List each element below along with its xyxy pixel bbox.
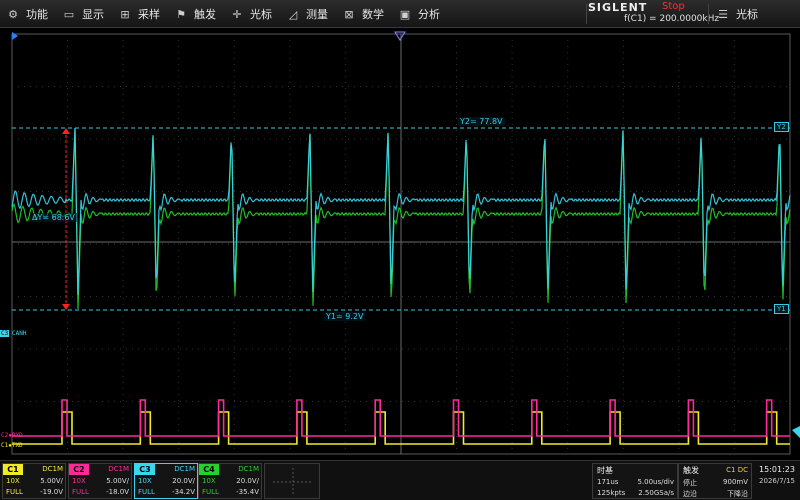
menu-cursor-label: 光标: [250, 8, 272, 21]
measure-icon: ◿: [288, 7, 298, 21]
clock-date: 2026/7/15: [759, 477, 795, 485]
trigger-flag-icon: ⚑: [176, 7, 186, 21]
c2-label: C2▪RXD: [1, 432, 23, 439]
channel-bandwidth: FULL: [6, 488, 23, 496]
channel-scale: 20.0V/: [172, 477, 195, 485]
menu-display-label: 显示: [82, 8, 104, 21]
c3-marker[interactable]: C3: [0, 330, 10, 337]
cursor-softkey-label: 光标: [736, 8, 758, 21]
menu-math[interactable]: ⊠ 数学: [342, 0, 384, 28]
trigger-level-marker: [792, 426, 800, 438]
cursor-y2-tag[interactable]: Y2: [774, 122, 789, 132]
horizontal-position-marker: [12, 32, 18, 40]
c3-label: CANH: [12, 330, 27, 337]
timebase-title: 时基: [597, 466, 613, 475]
menu-display[interactable]: ▭ 显示: [62, 0, 104, 28]
trigger-position-marker: [394, 31, 406, 41]
channel-name: C2: [69, 464, 89, 475]
channel-name: C4: [199, 464, 219, 475]
crosshair-icon: [273, 468, 313, 496]
analysis-icon: ▣: [399, 7, 411, 21]
channel-probe: 10X: [138, 477, 152, 485]
menu-acquire[interactable]: ⊞ 采样: [118, 0, 160, 28]
trigger-slope: 下降沿: [727, 490, 748, 498]
brand-logo: SIGLENT: [588, 1, 648, 14]
menu-function[interactable]: ⚙ 功能: [6, 0, 48, 28]
cursor-icon: ☰: [718, 7, 728, 21]
channel-offset: -19.0V: [40, 488, 63, 496]
trigger-type: 边沿: [683, 490, 697, 498]
menu-trigger-label: 触发: [194, 8, 216, 21]
trigger-title: 触发: [683, 466, 699, 475]
channel-coupling: DC1M: [174, 465, 195, 473]
c1-label: C1▪TXD: [1, 442, 23, 449]
timebase-delay: 171us: [597, 478, 619, 486]
timebase-box[interactable]: 时基 171us 5.00us/div 125kpts 2.50GSa/s: [592, 463, 678, 499]
channel-box-c4[interactable]: C4 DC1M 10X 20.0V/ FULL -35.4V: [198, 463, 262, 499]
acquire-icon: ⊞: [120, 7, 130, 21]
channel-coupling: DC1M: [108, 465, 129, 473]
channel-scale: 20.0V/: [236, 477, 259, 485]
channel-offset: -35.4V: [236, 488, 259, 496]
gear-icon: ⚙: [8, 7, 18, 21]
trigger-box[interactable]: 触发 C1 DC 停止 900mV 边沿 下降沿: [678, 463, 752, 499]
cursor-softkey[interactable]: ☰ 光标: [716, 0, 758, 28]
channel-box-c3[interactable]: C3 DC1M 10X 20.0V/ FULL -34.2V: [134, 463, 198, 499]
channel-box-c2[interactable]: C2 DC1M 10X 5.00V/ FULL -18.0V: [68, 463, 132, 499]
menu-math-label: 数学: [362, 8, 384, 21]
timebase-scale: 5.00us/div: [637, 478, 674, 486]
menu-trigger[interactable]: ⚑ 触发: [174, 0, 216, 28]
cursor-y2-readout: Y2= 77.8V: [458, 117, 505, 126]
channel-bandwidth: FULL: [202, 488, 219, 496]
channel-name: C1: [3, 464, 23, 475]
menu-separator: [708, 4, 709, 24]
trigger-level: 900mV: [723, 478, 748, 486]
channel-probe: 10X: [72, 477, 86, 485]
timebase-sample-rate: 2.50GSa/s: [638, 489, 674, 497]
menu-analysis[interactable]: ▣ 分析: [398, 0, 440, 28]
frequency-readout: f(C1) = 200.0000kHz: [624, 14, 720, 24]
menu-measure-label: 测量: [306, 8, 328, 21]
channel-scale: 5.00V/: [40, 477, 63, 485]
navigation-box[interactable]: [264, 463, 320, 499]
delta-y-arrow-top: [62, 128, 70, 134]
channel-box-c1[interactable]: C1 DC1M 10X 5.00V/ FULL -19.0V: [2, 463, 66, 499]
menu-analysis-label: 分析: [418, 8, 440, 21]
channel-offset: -18.0V: [106, 488, 129, 496]
channel-coupling: DC1M: [238, 465, 259, 473]
trigger-state: 停止: [683, 479, 697, 487]
channel-probe: 10X: [202, 477, 216, 485]
bottom-status-bar: C1 DC1M 10X 5.00V/ FULL -19.0V C2 DC1M 1…: [0, 460, 800, 500]
channel-probe: 10X: [6, 477, 20, 485]
channel-scale: 5.00V/: [106, 477, 129, 485]
cursor-y1-readout: Y1= 9.2V: [324, 312, 366, 321]
run-status[interactable]: Stop: [662, 1, 685, 12]
delta-y-arrow-bottom: [62, 304, 70, 310]
menu-acquire-label: 采样: [138, 8, 160, 21]
channel-bandwidth: FULL: [72, 488, 89, 496]
cursor-icon: ✛: [232, 7, 242, 21]
cursor-y1-tag[interactable]: Y1: [774, 304, 789, 314]
menu-separator: [586, 4, 587, 24]
menu-function-label: 功能: [26, 8, 48, 21]
top-menu-bar: ⚙ 功能 ▭ 显示 ⊞ 采样 ⚑ 触发 ✛ 光标 ◿ 测量 ⊠ 数学 ▣ 分析 …: [0, 0, 800, 28]
math-icon: ⊠: [344, 7, 354, 21]
timebase-memory: 125kpts: [597, 489, 626, 497]
trigger-source: C1 DC: [726, 466, 748, 474]
menu-cursor[interactable]: ✛ 光标: [230, 0, 272, 28]
channel-coupling: DC1M: [42, 465, 63, 473]
waveform-canvas: [11, 31, 800, 455]
display-icon: ▭: [63, 7, 75, 21]
menu-measure[interactable]: ◿ 测量: [286, 0, 328, 28]
channel-bandwidth: FULL: [138, 488, 155, 496]
delta-y-readout: ΔY= 68.6V: [30, 213, 77, 222]
clock: 15:01:23 2026/7/15: [754, 465, 800, 485]
channel-name: C3: [135, 464, 155, 475]
clock-time: 15:01:23: [759, 465, 795, 474]
channel-offset: -34.2V: [172, 488, 195, 496]
waveform-screen[interactable]: Y2 Y1 Y2= 77.8V Y1= 9.2V ΔY= 68.6V C3 CA…: [0, 28, 800, 460]
